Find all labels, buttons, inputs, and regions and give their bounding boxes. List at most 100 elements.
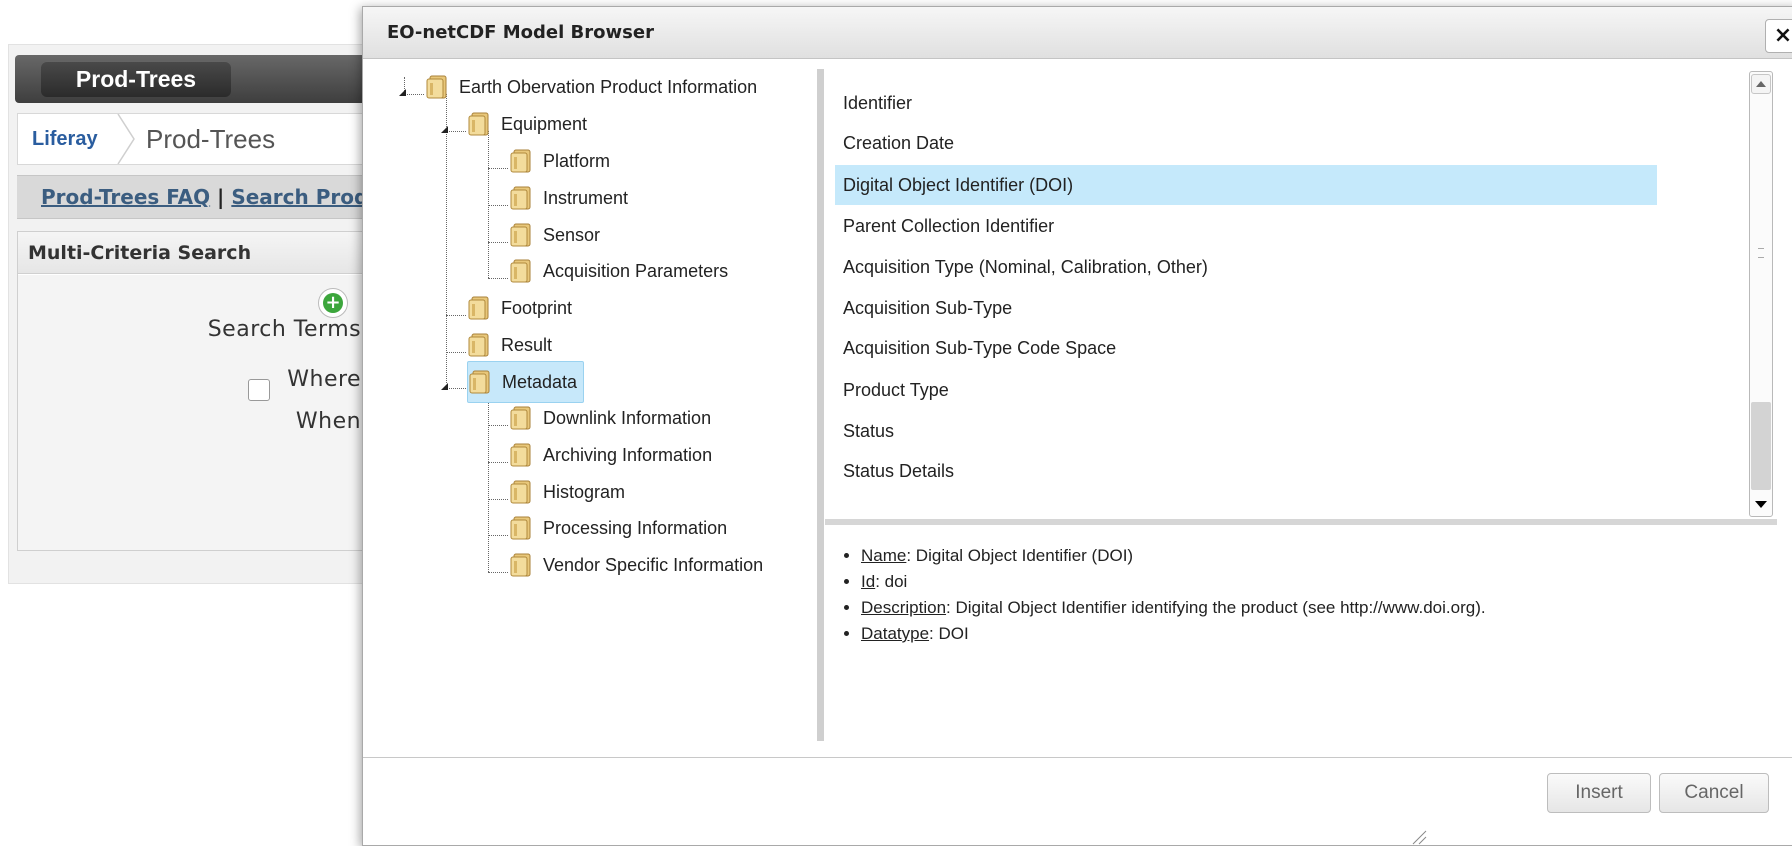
folder-icon (469, 370, 490, 394)
attribute-list: Identifier Creation Date Digital Object … (825, 69, 1657, 519)
tree-node-processing-information[interactable]: Processing Information (509, 508, 727, 548)
details-description: Description: Digital Object Identifier i… (861, 595, 1785, 621)
tree-connector (488, 462, 508, 463)
tree-node-root[interactable]: Earth Obervation Product Information (425, 67, 757, 107)
collapse-icon[interactable] (399, 89, 406, 96)
vertical-splitter[interactable] (817, 69, 824, 741)
scroll-grip-icon (1758, 248, 1764, 258)
tree-connector (488, 168, 508, 169)
attribute-item-selected[interactable]: Digital Object Identifier (DOI) (835, 165, 1657, 205)
tree-node-label: Earth Obervation Product Information (459, 76, 758, 97)
tree-node-footprint[interactable]: Footprint (467, 288, 572, 328)
details-id-value: : doi (875, 572, 908, 591)
attribute-item[interactable]: Creation Date (835, 123, 1657, 163)
tree-connector (488, 572, 508, 573)
tree-connector (488, 425, 508, 426)
collapse-icon[interactable] (441, 126, 448, 133)
tree-node-vendor-specific-information[interactable]: Vendor Specific Information (509, 545, 763, 585)
search-panel-title: Multi-Criteria Search (18, 232, 389, 274)
attribute-item[interactable]: Parent Collection Identifier (835, 206, 1657, 246)
tree-node-equipment[interactable]: Equipment (467, 104, 587, 144)
breadcrumb-current: Prod-Trees (146, 124, 276, 154)
tree-connector (446, 352, 466, 353)
tree-node-histogram[interactable]: Histogram (509, 472, 625, 512)
tree-node-label: Sensor (543, 224, 601, 245)
resize-grip-icon[interactable] (1409, 827, 1427, 845)
folder-icon (510, 149, 531, 173)
portlet-titlebar: Prod-Trees (15, 55, 387, 103)
attribute-item[interactable]: Status Details (835, 451, 1657, 491)
search-products-link[interactable]: Search Prod (231, 185, 368, 209)
tree-node-label: Acquisition Parameters (543, 260, 729, 281)
tree-node-label: Downlink Information (543, 407, 712, 428)
details-description-key: Description (861, 598, 947, 617)
details-datatype: Datatype: DOI (861, 621, 1785, 647)
tree-node-label: Instrument (543, 187, 629, 208)
details-id: Id: doi (861, 569, 1785, 595)
attribute-details: Name: Digital Object Identifier (DOI) Id… (825, 527, 1785, 741)
cancel-button[interactable]: Cancel (1659, 773, 1769, 813)
model-tree: Earth Obervation Product Information Equ… (363, 59, 819, 745)
tree-node-label: Footprint (501, 297, 573, 318)
faq-separator: | (210, 185, 232, 209)
folder-icon (468, 112, 489, 136)
tree-node-metadata[interactable]: Metadata (467, 361, 585, 403)
collapse-icon[interactable] (441, 383, 448, 390)
insert-button[interactable]: Insert (1547, 773, 1651, 813)
tree-connector (446, 94, 447, 383)
attribute-item[interactable]: Acquisition Type (Nominal, Calibration, … (835, 247, 1657, 287)
breadcrumb-liferay-link[interactable]: Liferay (32, 114, 98, 164)
folder-icon (468, 333, 489, 357)
tree-connector (488, 499, 508, 500)
attribute-list-scrollbar[interactable] (1749, 71, 1773, 517)
details-datatype-key: Datatype (861, 624, 930, 643)
portlet-title: Prod-Trees (41, 61, 231, 97)
tree-node-label: Histogram (543, 481, 626, 502)
faq-link[interactable]: Prod-Trees FAQ (41, 185, 210, 209)
attribute-item[interactable]: Status (835, 411, 1657, 451)
tree-connector (446, 131, 466, 132)
details-list: Name: Digital Object Identifier (DOI) Id… (825, 543, 1785, 647)
where-checkbox[interactable] (248, 379, 270, 401)
breadcrumb-separator-icon (117, 114, 135, 164)
tree-connector (446, 315, 466, 316)
tree-node-archiving-information[interactable]: Archiving Information (509, 435, 712, 475)
tree-node-platform[interactable]: Platform (509, 141, 610, 181)
dialog-title: EO-netCDF Model Browser (387, 22, 654, 43)
dialog-header: EO-netCDF Model Browser × (363, 7, 1792, 59)
scroll-thumb[interactable] (1751, 402, 1771, 490)
tree-connector (404, 94, 424, 95)
tree-connector (488, 278, 508, 279)
tree-node-label: Result (501, 334, 553, 355)
tree-connector (488, 535, 508, 536)
attribute-item[interactable]: Identifier (835, 83, 1657, 123)
attribute-item[interactable]: Product Type (835, 370, 1657, 410)
folder-icon (510, 259, 531, 283)
details-description-value: : Digital Object Identifier identifying … (946, 598, 1486, 617)
tree-node-result[interactable]: Result (467, 325, 552, 365)
scroll-up-icon[interactable] (1751, 74, 1771, 94)
tree-node-acquisition-parameters[interactable]: Acquisition Parameters (509, 251, 728, 291)
folder-icon (510, 516, 531, 540)
tree-node-instrument[interactable]: Instrument (509, 178, 628, 218)
details-id-key: Id (861, 572, 876, 591)
folder-icon (468, 296, 489, 320)
folder-icon (510, 480, 531, 504)
tree-node-downlink-information[interactable]: Downlink Information (509, 398, 711, 438)
folder-icon (510, 223, 531, 247)
details-name: Name: Digital Object Identifier (DOI) (861, 543, 1785, 569)
add-criteria-icon[interactable] (318, 288, 348, 318)
details-datatype-value: : DOI (929, 624, 969, 643)
tree-connector (488, 388, 489, 572)
close-button[interactable]: × (1765, 19, 1792, 53)
tree-connector (488, 205, 508, 206)
tree-node-sensor[interactable]: Sensor (509, 215, 600, 255)
dialog-footer-separator (363, 757, 1792, 758)
horizontal-splitter[interactable] (825, 519, 1777, 525)
attribute-item[interactable]: Acquisition Sub-Type (835, 288, 1657, 328)
model-browser-dialog: EO-netCDF Model Browser × Earth Obervati… (362, 6, 1792, 846)
attribute-item[interactable]: Acquisition Sub-Type Code Space (835, 328, 1657, 368)
tree-connector (488, 242, 508, 243)
scroll-down-icon[interactable] (1751, 494, 1771, 514)
search-terms-label: Search Terms: (207, 317, 369, 342)
